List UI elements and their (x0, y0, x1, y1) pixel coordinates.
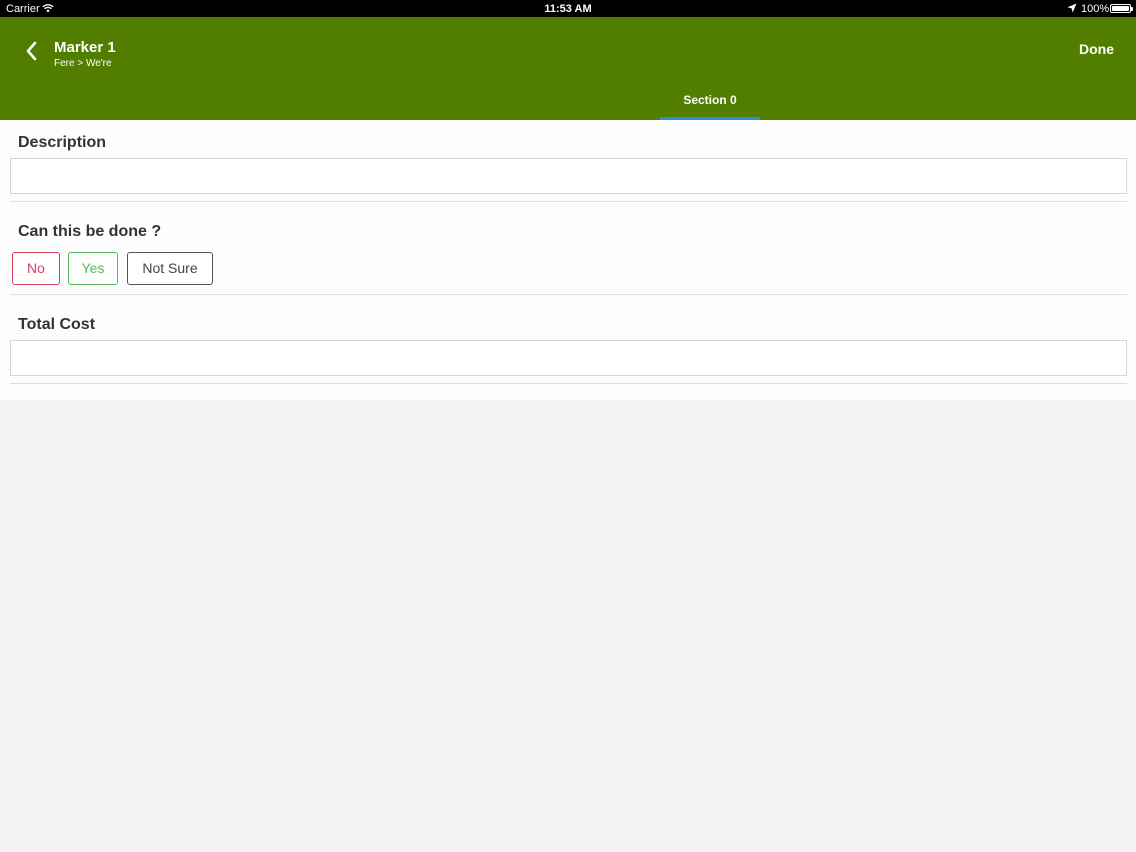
divider (10, 383, 1127, 384)
clock: 11:53 AM (544, 3, 592, 15)
can-be-done-label: Can this be done ? (18, 223, 162, 240)
tab-section-0[interactable]: Section 0 (660, 89, 760, 120)
battery-icon (1110, 4, 1133, 13)
form-section: Description Can this be done ? No Yes No… (0, 120, 1136, 400)
divider (10, 294, 1127, 295)
navigation-header: Marker 1 Fere > We're Done Section 0 (0, 17, 1136, 120)
page-title: Marker 1 (54, 39, 116, 56)
not-sure-button[interactable]: Not Sure (127, 252, 213, 285)
divider (10, 201, 1127, 202)
battery-percentage: 100% (1081, 3, 1110, 15)
location-arrow-icon (1067, 3, 1077, 13)
tab-label: Section 0 (683, 93, 737, 107)
total-cost-field[interactable] (10, 340, 1127, 376)
yes-button[interactable]: Yes (68, 252, 118, 285)
breadcrumb: Fere > We're (54, 58, 112, 69)
description-field[interactable] (10, 158, 1127, 194)
description-label: Description (18, 134, 107, 151)
no-button[interactable]: No (12, 252, 60, 285)
total-cost-label: Total Cost (18, 316, 96, 333)
done-button[interactable]: Done (1079, 41, 1114, 57)
status-bar: Carrier 11:53 AM 100% (0, 0, 1136, 17)
back-chevron-icon[interactable] (20, 39, 44, 63)
